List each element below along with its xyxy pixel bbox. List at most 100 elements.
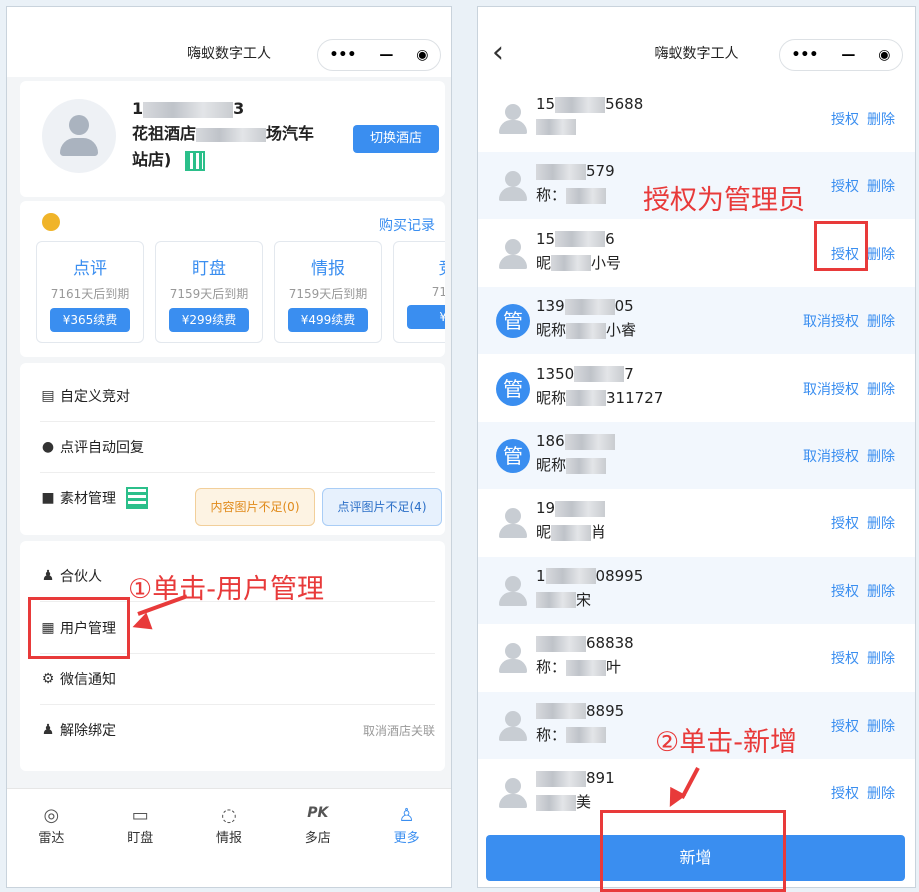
delete-button[interactable]: 删除 bbox=[867, 719, 895, 735]
minimize-icon[interactable]: — bbox=[379, 47, 393, 63]
grant-auth-button[interactable]: 授权 bbox=[831, 651, 859, 667]
minimize-icon[interactable]: — bbox=[841, 47, 855, 63]
tab-more[interactable]: ♙ 更多 bbox=[362, 789, 451, 887]
tools-card: ▤ 自定义竞对 ● 点评自动回复 ■ 素材管理 内容图片不足(0) 点评图片不足(4) bbox=[20, 363, 445, 535]
add-person-icon: ♟ bbox=[41, 568, 55, 584]
grant-auth-button[interactable]: 授权 bbox=[831, 786, 859, 802]
qrcode-icon[interactable] bbox=[184, 150, 205, 171]
tab-watch[interactable]: ▭ 盯盘 bbox=[96, 789, 185, 887]
grant-auth-button[interactable]: 授权 bbox=[831, 516, 859, 532]
renew-button[interactable]: ¥3 bbox=[407, 305, 445, 329]
renew-button[interactable]: ¥499续费 bbox=[288, 308, 368, 332]
grant-auth-button[interactable]: 授权 bbox=[831, 719, 859, 735]
purchase-records-link[interactable]: 购买记录 bbox=[379, 215, 435, 235]
radar-icon: ◎ bbox=[43, 805, 60, 826]
qrcode-icon[interactable] bbox=[126, 487, 148, 509]
revoke-auth-button[interactable]: 取消授权 bbox=[803, 449, 859, 465]
gear-icon: ⚙ bbox=[41, 671, 55, 687]
annotation-step-2: ②单击-新增 bbox=[655, 727, 797, 758]
delete-button[interactable]: 删除 bbox=[867, 112, 895, 128]
user-actions: 授权 删除 bbox=[823, 783, 895, 803]
grant-auth-button[interactable]: 授权 bbox=[831, 179, 859, 195]
more-icon[interactable]: ••• bbox=[329, 47, 356, 63]
user-phone: 8895 bbox=[536, 702, 624, 720]
user-avatar-icon bbox=[496, 237, 530, 271]
nav-bar: 嗨蚁数字工人 ••• — ◉ bbox=[7, 7, 451, 77]
document-icon: ▤ bbox=[41, 388, 55, 404]
user-actions: 授权 删除 bbox=[823, 513, 895, 533]
user-phone: 68838 bbox=[536, 634, 634, 652]
delete-button[interactable]: 删除 bbox=[867, 651, 895, 667]
grant-auth-button[interactable]: 授权 bbox=[831, 112, 859, 128]
user-avatar-icon bbox=[496, 506, 530, 540]
tab-radar[interactable]: ◎ 雷达 bbox=[7, 789, 96, 887]
user-phone: 891 bbox=[536, 769, 615, 787]
user-actions: 授权 删除 bbox=[823, 648, 895, 668]
intel-icon: ◌ bbox=[221, 805, 237, 826]
user-nickname: 昵称 bbox=[536, 454, 607, 475]
avatar bbox=[42, 99, 116, 173]
user-row: 19 昵肖 授权 删除 bbox=[478, 489, 915, 556]
user-nickname: 称： bbox=[536, 724, 607, 745]
hotel-name: 花祖酒店 场汽车 站店) bbox=[132, 124, 315, 171]
user-phone: 579 bbox=[536, 162, 615, 180]
admin-badge-icon: 管 bbox=[496, 371, 530, 406]
close-icon[interactable]: ◉ bbox=[878, 47, 890, 63]
custom-compare-item[interactable]: ▤ 自定义竞对 bbox=[40, 371, 435, 422]
nav-bar: ‹ 嗨蚁数字工人 ••• — ◉ bbox=[478, 7, 915, 91]
user-phone: 1350 7 bbox=[536, 364, 634, 383]
delete-button[interactable]: 删除 bbox=[867, 449, 895, 465]
unbind-item[interactable]: ♟ 解除绑定 取消酒店关联 bbox=[40, 705, 435, 755]
review-image-badge[interactable]: 点评图片不足(4) bbox=[322, 488, 442, 526]
profile-card: 13 花祖酒店 场汽车 站店) 切换酒店 bbox=[20, 81, 445, 197]
user-row: 1 08995 宋 授权 删除 bbox=[478, 556, 915, 624]
delete-button[interactable]: 删除 bbox=[867, 179, 895, 195]
content-image-badge[interactable]: 内容图片不足(0) bbox=[195, 488, 315, 526]
delete-button[interactable]: 删除 bbox=[867, 314, 895, 330]
user-nickname bbox=[536, 117, 576, 135]
user-phone: 15 5688 bbox=[536, 95, 644, 113]
tab-multi-store[interactable]: PK 多店 bbox=[273, 789, 362, 887]
delete-button[interactable]: 删除 bbox=[867, 584, 895, 600]
chat-icon: ● bbox=[41, 439, 55, 455]
tab-intel[interactable]: ◌ 情报 bbox=[185, 789, 274, 887]
user-actions: 授权 删除 bbox=[823, 176, 895, 196]
user-row: 管 186 昵称 取消授权 删除 bbox=[478, 422, 915, 489]
delete-button[interactable]: 删除 bbox=[867, 247, 895, 263]
pk-icon: PK bbox=[307, 805, 329, 821]
switch-hotel-button[interactable]: 切换酒店 bbox=[353, 125, 439, 153]
user-avatar-icon bbox=[496, 641, 530, 675]
user-nickname: 昵小号 bbox=[536, 253, 622, 272]
user-actions: 授权 删除 bbox=[823, 109, 895, 129]
close-icon[interactable]: ◉ bbox=[416, 47, 428, 63]
wechat-notify-item[interactable]: ⚙ 微信通知 bbox=[40, 654, 435, 705]
user-icon: ♙ bbox=[398, 805, 415, 826]
user-nickname: 美 bbox=[536, 791, 591, 812]
user-nickname: 称： bbox=[536, 184, 607, 205]
admin-badge-icon: 管 bbox=[496, 304, 530, 339]
miniapp-capsule: ••• — ◉ bbox=[317, 39, 441, 71]
grant-auth-button[interactable]: 授权 bbox=[831, 584, 859, 600]
delete-button[interactable]: 删除 bbox=[867, 516, 895, 532]
delete-button[interactable]: 删除 bbox=[867, 786, 895, 802]
package-card: 购买记录 点评 7161天后到期 ¥365续费 盯盘 7159天后到期 ¥299… bbox=[20, 201, 445, 357]
account-phone: 13 bbox=[132, 99, 245, 118]
user-avatar-icon bbox=[496, 776, 530, 810]
auto-reply-item[interactable]: ● 点评自动回复 bbox=[40, 422, 435, 473]
user-row: 管 139 05 昵称 小睿 取消授权 删除 bbox=[478, 287, 915, 355]
user-phone: 15 6 bbox=[536, 229, 615, 248]
more-icon[interactable]: ••• bbox=[791, 47, 818, 63]
highlight-add-button bbox=[600, 810, 786, 892]
renew-button[interactable]: ¥365续费 bbox=[50, 308, 130, 332]
package-item: 点评 7161天后到期 ¥365续费 bbox=[36, 241, 144, 343]
vip-badge-icon bbox=[42, 213, 60, 231]
delete-button[interactable]: 删除 bbox=[867, 382, 895, 398]
highlight-grant-button bbox=[814, 221, 868, 271]
user-nickname: 昵称 小睿 bbox=[536, 321, 637, 340]
user-nickname: 称：叶 bbox=[536, 658, 622, 677]
user-nickname: 昵肖 bbox=[536, 523, 607, 542]
renew-button[interactable]: ¥299续费 bbox=[169, 308, 249, 332]
revoke-auth-button[interactable]: 取消授权 bbox=[803, 382, 859, 398]
revoke-auth-button[interactable]: 取消授权 bbox=[803, 314, 859, 330]
user-phone: 1 08995 bbox=[536, 566, 644, 585]
